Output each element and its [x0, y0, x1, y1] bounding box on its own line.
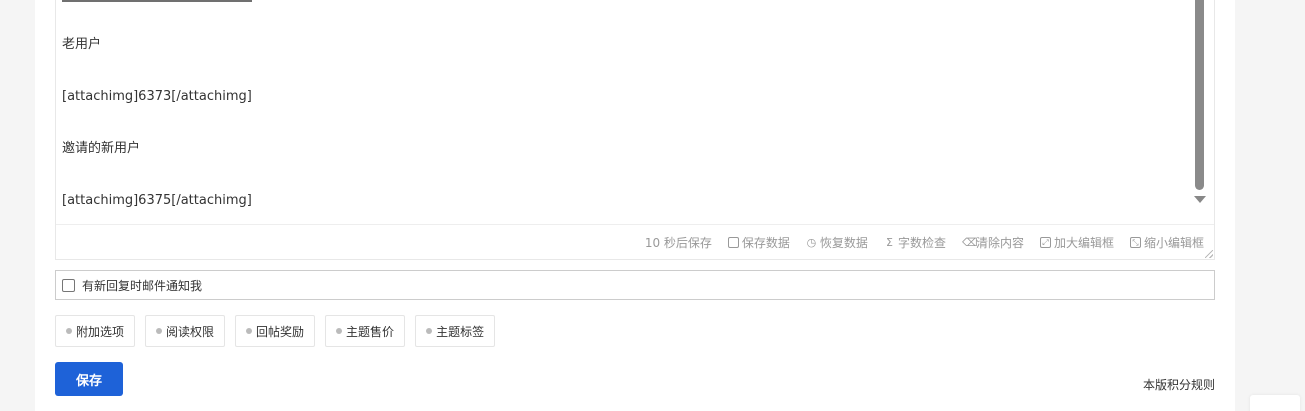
post-editor: 老用户 [attachimg]6373[/attachimg] 邀请的新用户 […: [55, 0, 1215, 260]
option-extra[interactable]: 附加选项: [55, 315, 136, 347]
editor-footer: 10 秒后保存 保存数据 ◷ 恢复数据 Σ 字数检查 ⌫ 清除内容 ⤢ 加大编辑…: [56, 224, 1214, 259]
clear-content-button[interactable]: ⌫ 清除内容: [962, 234, 1024, 251]
post-form-panel: 老用户 [attachimg]6373[/attachimg] 邀请的新用户 […: [35, 0, 1235, 411]
editor-line: [attachimg]6373[/attachimg]: [62, 89, 252, 104]
option-thread-price[interactable]: 主题售价: [325, 315, 406, 347]
scrollbar-thumb[interactable]: [1195, 0, 1204, 190]
option-reply-reward[interactable]: 回帖奖励: [235, 315, 316, 347]
email-notify-label: 有新回复时邮件通知我: [82, 278, 203, 293]
bullet-icon: [66, 328, 72, 334]
editor-scrollbar[interactable]: [1194, 0, 1206, 212]
bullet-icon: [246, 328, 253, 334]
editor-line: 老用户: [62, 37, 102, 52]
option-read-permission[interactable]: 阅读权限: [145, 315, 226, 347]
editor-textarea[interactable]: 老用户 [attachimg]6373[/attachimg] 邀请的新用户 […: [56, 0, 1196, 224]
expand-icon: ⤢: [1039, 236, 1051, 248]
save-icon: [727, 236, 739, 248]
email-notify-option[interactable]: 有新回复时邮件通知我: [55, 270, 1215, 300]
scroll-down-arrow-icon[interactable]: [1194, 196, 1206, 203]
bullet-icon: [156, 328, 163, 334]
autosave-status: 10 秒后保存: [644, 235, 712, 250]
resize-grip-icon[interactable]: [1205, 250, 1213, 258]
editor-line: [attachimg]6375[/attachimg]: [62, 193, 252, 208]
word-check-button[interactable]: Σ 字数检查: [884, 234, 946, 251]
option-thread-tags[interactable]: 主题标签: [415, 315, 496, 347]
bullet-icon: [336, 328, 343, 334]
credit-rules-link[interactable]: 本版积分规则: [1143, 376, 1215, 393]
cut-off-text-line: [62, 0, 252, 2]
shrink-editor-button[interactable]: ⤡ 缩小编辑框: [1129, 234, 1204, 251]
sigma-icon: Σ: [885, 235, 893, 249]
editor-line: 邀请的新用户: [62, 141, 141, 156]
clock-icon: ◷: [806, 235, 817, 249]
save-data-button[interactable]: 保存数据: [727, 234, 790, 251]
post-options-bar: 附加选项 阅读权限 回帖奖励 主题售价 主题标签: [55, 315, 505, 347]
eraser-icon: ⌫: [961, 235, 978, 249]
shrink-icon: ⤡: [1129, 236, 1141, 248]
floating-widget[interactable]: [1250, 395, 1300, 411]
save-button[interactable]: 保存: [55, 362, 123, 396]
restore-data-button[interactable]: ◷ 恢复数据: [806, 234, 868, 251]
email-notify-checkbox[interactable]: [62, 278, 75, 292]
enlarge-editor-button[interactable]: ⤢ 加大编辑框: [1039, 234, 1114, 251]
bullet-icon: [426, 328, 433, 334]
